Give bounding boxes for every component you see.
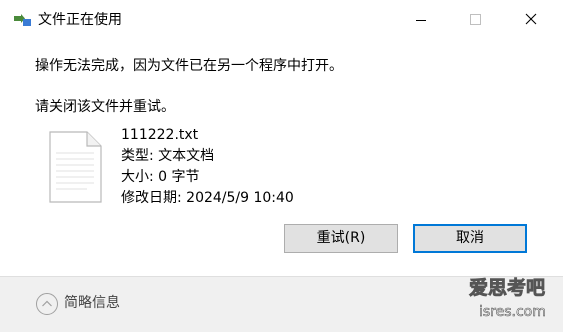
minimize-button[interactable] [395, 0, 447, 40]
watermark-logo: 爱思考吧 isres.com [468, 272, 553, 326]
title-bar[interactable]: 文件正在使用 [0, 0, 563, 40]
maximize-button[interactable] [449, 0, 501, 40]
maximize-icon [470, 14, 481, 25]
svg-text:爱思考吧: 爱思考吧 [469, 277, 545, 299]
instruction-message: 请关闭该文件并重试。 [35, 99, 175, 115]
close-button[interactable] [504, 0, 556, 40]
cancel-button[interactable]: 取消 [413, 224, 527, 253]
file-info: 111222.txt 类型: 文本文档 大小: 0 字节 修改日期: 2024/… [121, 125, 294, 209]
close-icon [525, 13, 537, 25]
svg-text:isres.com: isres.com [479, 304, 546, 320]
file-type: 类型: 文本文档 [121, 148, 215, 164]
fewer-details-label[interactable]: 简略信息 [64, 293, 120, 313]
file-transfer-icon [13, 12, 33, 28]
file-in-use-dialog: 文件正在使用 操作无法完成，因为文件已在另一个程序中打开。 请关闭该文件并重试。 [0, 0, 563, 332]
retry-button[interactable]: 重试(R) [284, 224, 398, 253]
error-message: 操作无法完成，因为文件已在另一个程序中打开。 [35, 58, 343, 74]
window-title: 文件正在使用 [38, 12, 122, 28]
text-file-icon [47, 131, 103, 203]
chevron-up-icon[interactable] [35, 292, 59, 316]
minimize-icon [416, 20, 426, 21]
file-name: 111222.txt [121, 127, 199, 143]
file-size: 大小: 0 字节 [121, 169, 200, 185]
file-modified: 修改日期: 2024/5/9 10:40 [121, 190, 294, 206]
